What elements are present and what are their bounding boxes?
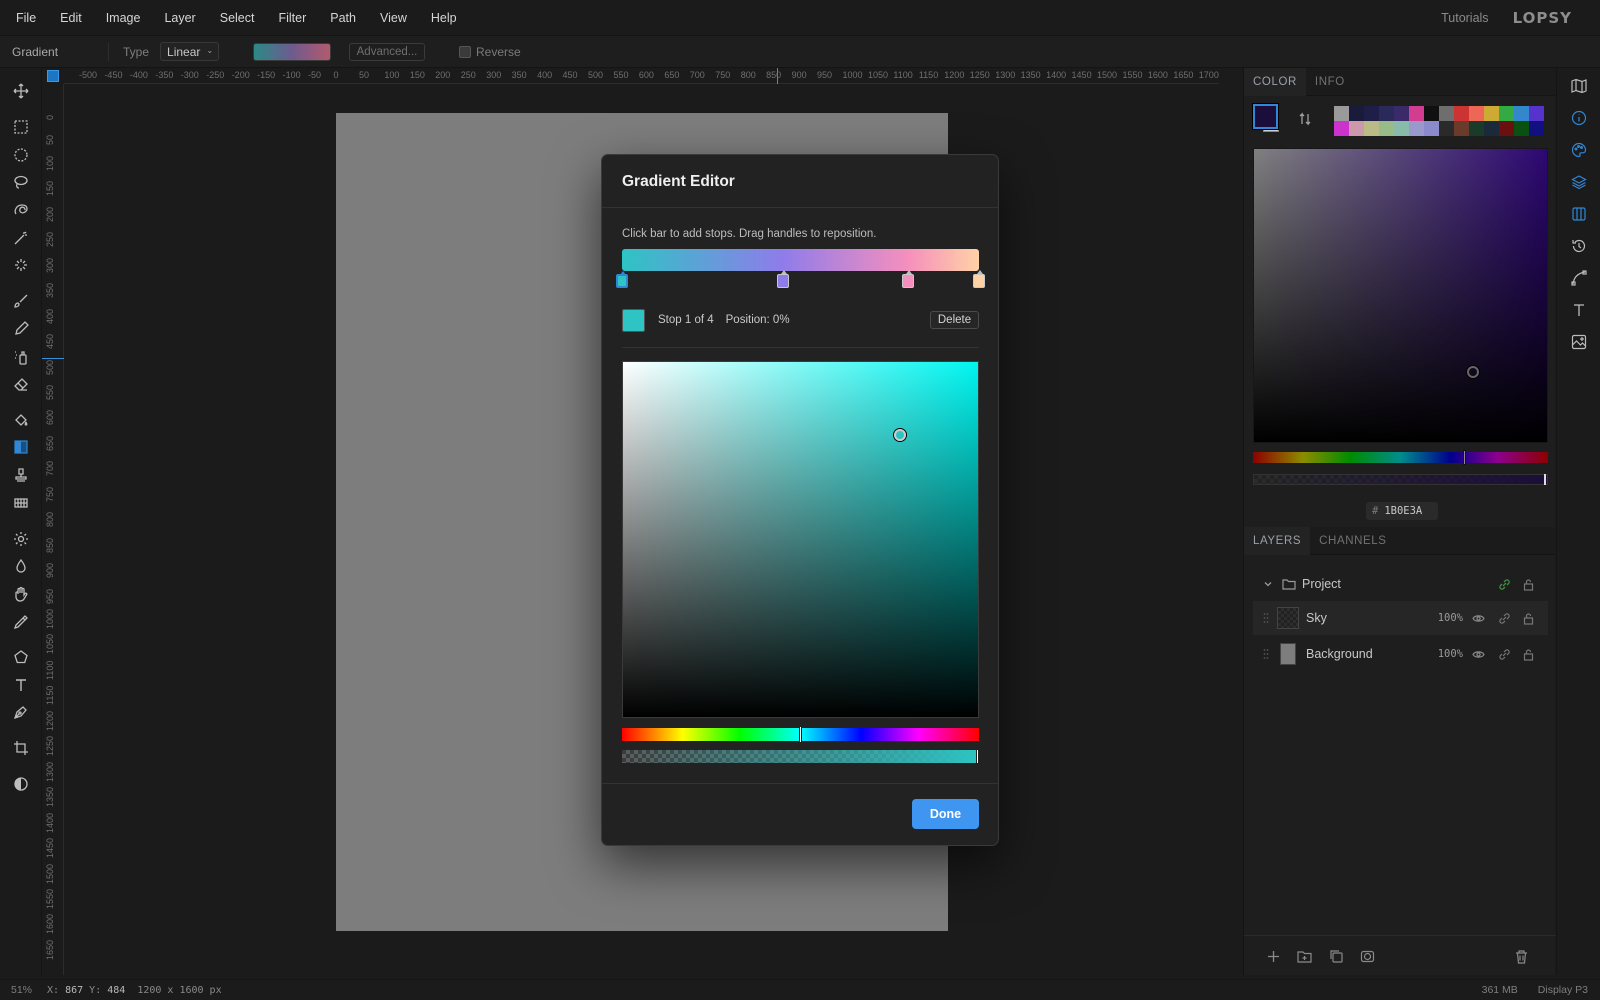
stop-index-label: Stop 1 of 4 bbox=[658, 314, 714, 326]
gradient-stop-handle[interactable] bbox=[973, 270, 985, 288]
gradient-stop-handle[interactable] bbox=[776, 270, 789, 288]
dialog-title: Gradient Editor bbox=[622, 173, 735, 190]
sv-value-layer bbox=[623, 362, 978, 717]
dialog-divider bbox=[622, 347, 979, 348]
sv-picker-handle[interactable] bbox=[894, 429, 906, 441]
dialog-hint: Click bar to add stops. Drag handles to … bbox=[622, 228, 877, 240]
stop-position-label: Position: 0% bbox=[725, 314, 790, 326]
gradient-editor-dialog: Gradient Editor Click bar to add stops. … bbox=[601, 154, 999, 846]
stop-info-row: Stop 1 of 4 Position: 0% Delete bbox=[622, 308, 979, 332]
alpha-gradient-fill bbox=[622, 750, 979, 763]
stop-alpha-slider[interactable] bbox=[622, 749, 979, 764]
gradient-stop-handle[interactable] bbox=[616, 271, 628, 288]
gradient-bar[interactable] bbox=[622, 249, 979, 271]
gradient-stop-handle[interactable] bbox=[901, 270, 914, 288]
alpha-slider-handle[interactable] bbox=[976, 749, 979, 764]
stop-color-swatch[interactable] bbox=[622, 308, 645, 332]
delete-stop-button[interactable]: Delete bbox=[930, 311, 979, 329]
dialog-footer-divider bbox=[602, 783, 998, 784]
stop-saturation-value-picker[interactable] bbox=[622, 361, 979, 718]
hue-slider-handle[interactable] bbox=[799, 726, 802, 743]
stop-hue-slider[interactable] bbox=[622, 726, 979, 743]
modal-overlay: Gradient Editor Click bar to add stops. … bbox=[0, 0, 1600, 1000]
done-button[interactable]: Done bbox=[912, 799, 979, 829]
dialog-header: Gradient Editor bbox=[602, 155, 998, 208]
